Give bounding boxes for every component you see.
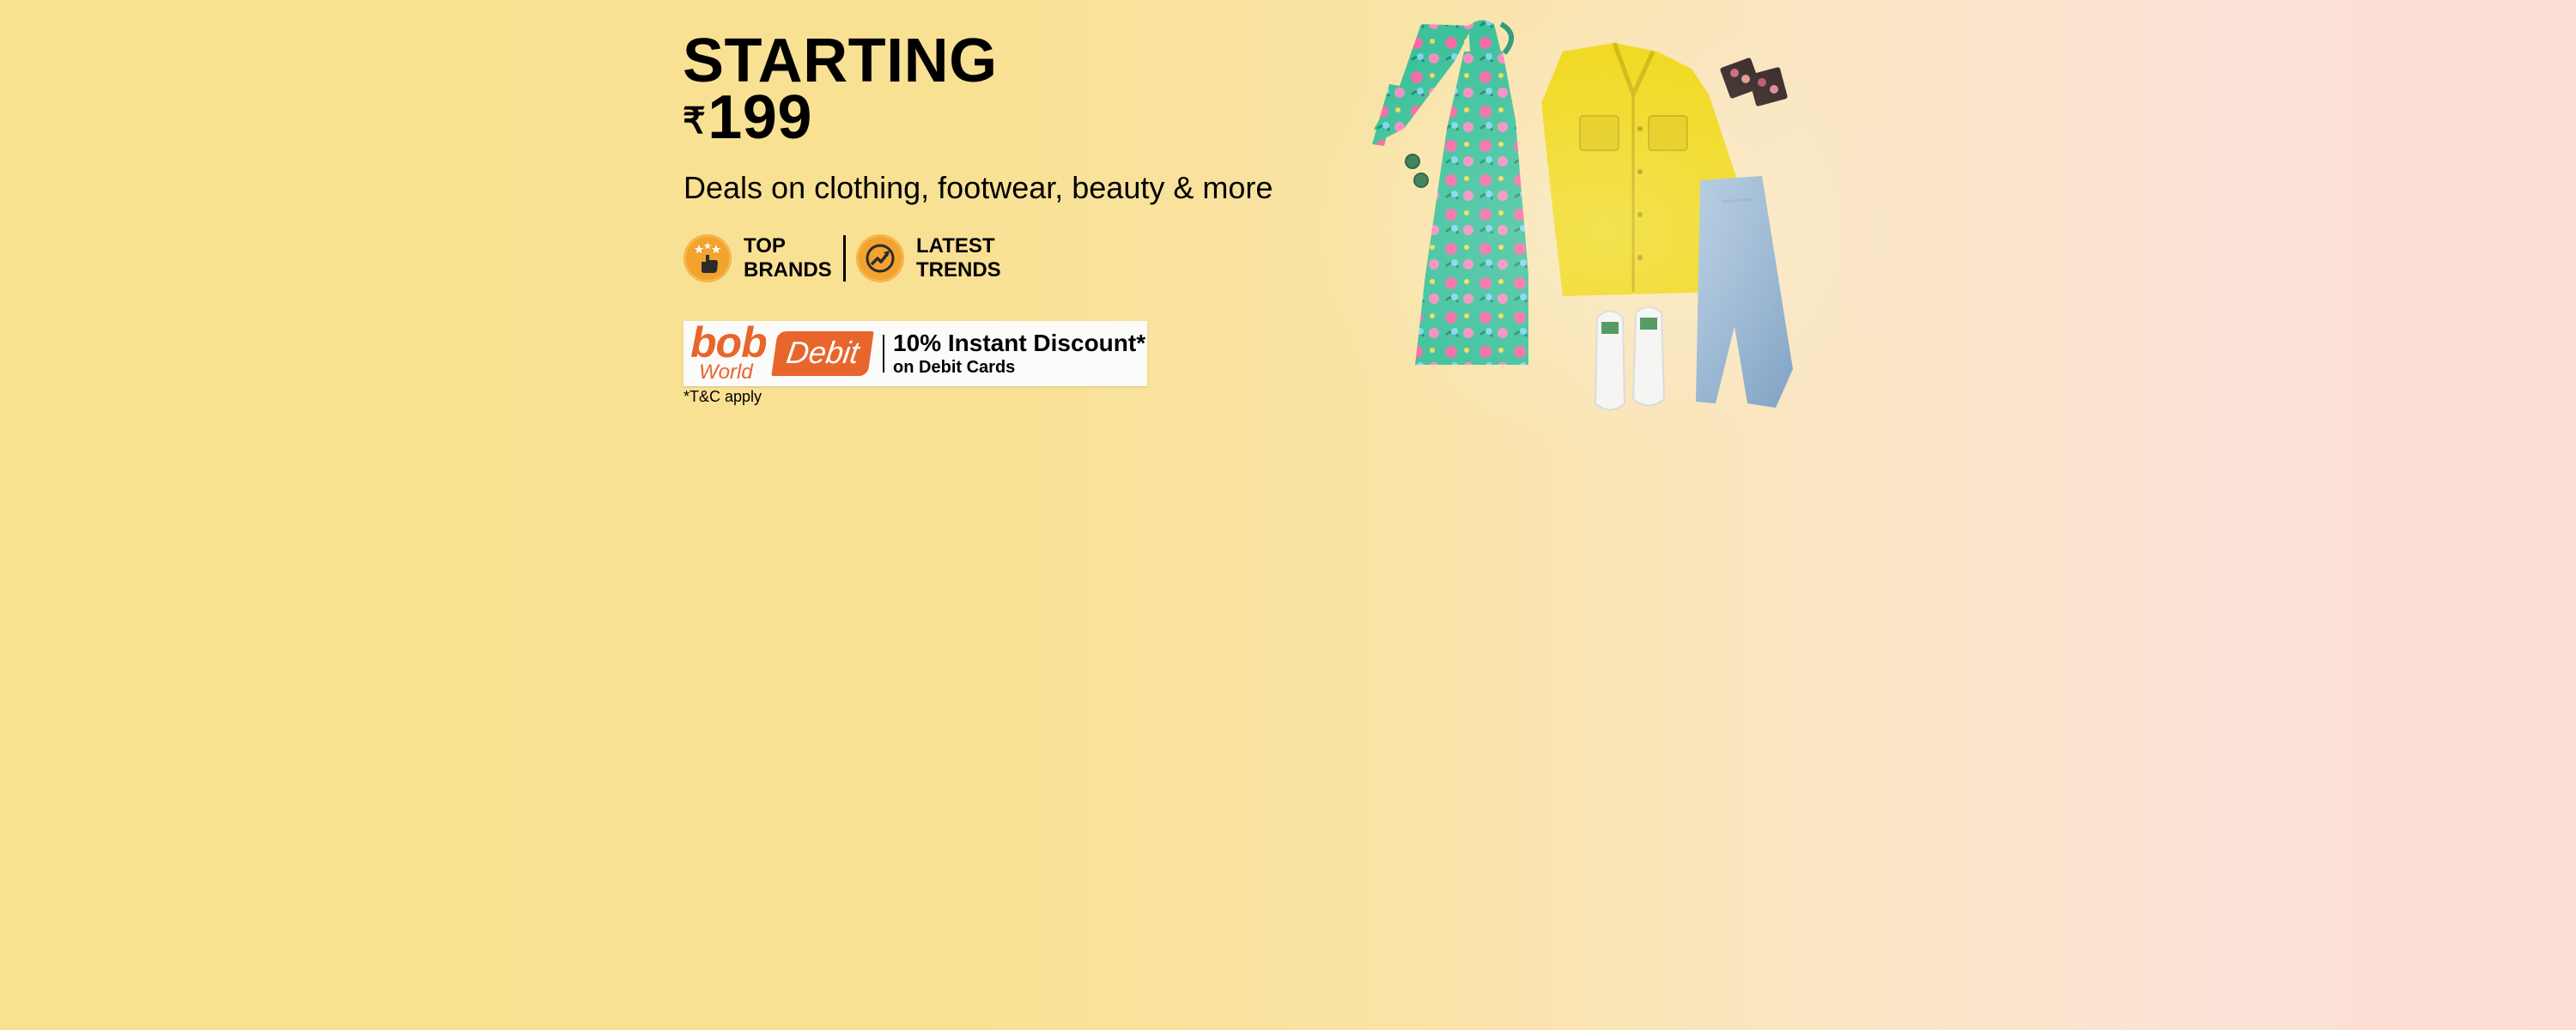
offer-detail: on Debit Cards xyxy=(893,358,1016,377)
feature-label-latest-trends: LATEST TRENDS xyxy=(916,234,1011,282)
terms-note: *T&C apply xyxy=(683,388,762,405)
headline-starting: STARTING xyxy=(683,27,998,95)
bob-logo-sub: World xyxy=(699,360,753,384)
headline: STARTING ₹199 xyxy=(683,27,998,148)
feature-line: TOP xyxy=(744,234,786,258)
rupee-symbol: ₹ xyxy=(683,100,707,141)
collage-glow xyxy=(1288,0,1923,459)
deal-banner[interactable]: STARTING ₹199 Deals on clothing, footwea… xyxy=(0,0,2576,1030)
trend-arrow-icon xyxy=(856,234,904,282)
feature-divider xyxy=(843,235,846,282)
offer-text: 10% Instant Discount* on Debit Cards xyxy=(893,330,1145,378)
star-hand-icon xyxy=(683,234,732,282)
bank-offer-card[interactable]: bob World Debit 10% Instant Discount* on… xyxy=(683,318,1147,386)
feature-badges: TOP BRANDS LATEST TRENDS xyxy=(683,232,1011,285)
debit-badge: Debit xyxy=(771,331,874,376)
feature-label-top-brands: TOP BRANDS xyxy=(744,234,838,282)
offer-discount: 10% Instant Discount* xyxy=(893,330,1146,356)
bob-world-logo: bob World xyxy=(690,318,769,386)
product-collage xyxy=(1271,0,1941,459)
offer-divider xyxy=(883,335,885,373)
feature-latest-trends: LATEST TRENDS xyxy=(856,234,1011,282)
headline-price: ₹199 xyxy=(683,87,998,148)
feature-line: BRANDS xyxy=(744,258,832,282)
banner-subtitle: Deals on clothing, footwear, beauty & mo… xyxy=(683,170,1273,205)
price-value: 199 xyxy=(708,83,812,152)
feature-line: TRENDS xyxy=(916,258,1001,282)
feature-top-brands: TOP BRANDS xyxy=(683,234,838,282)
feature-line: LATEST xyxy=(916,234,995,258)
